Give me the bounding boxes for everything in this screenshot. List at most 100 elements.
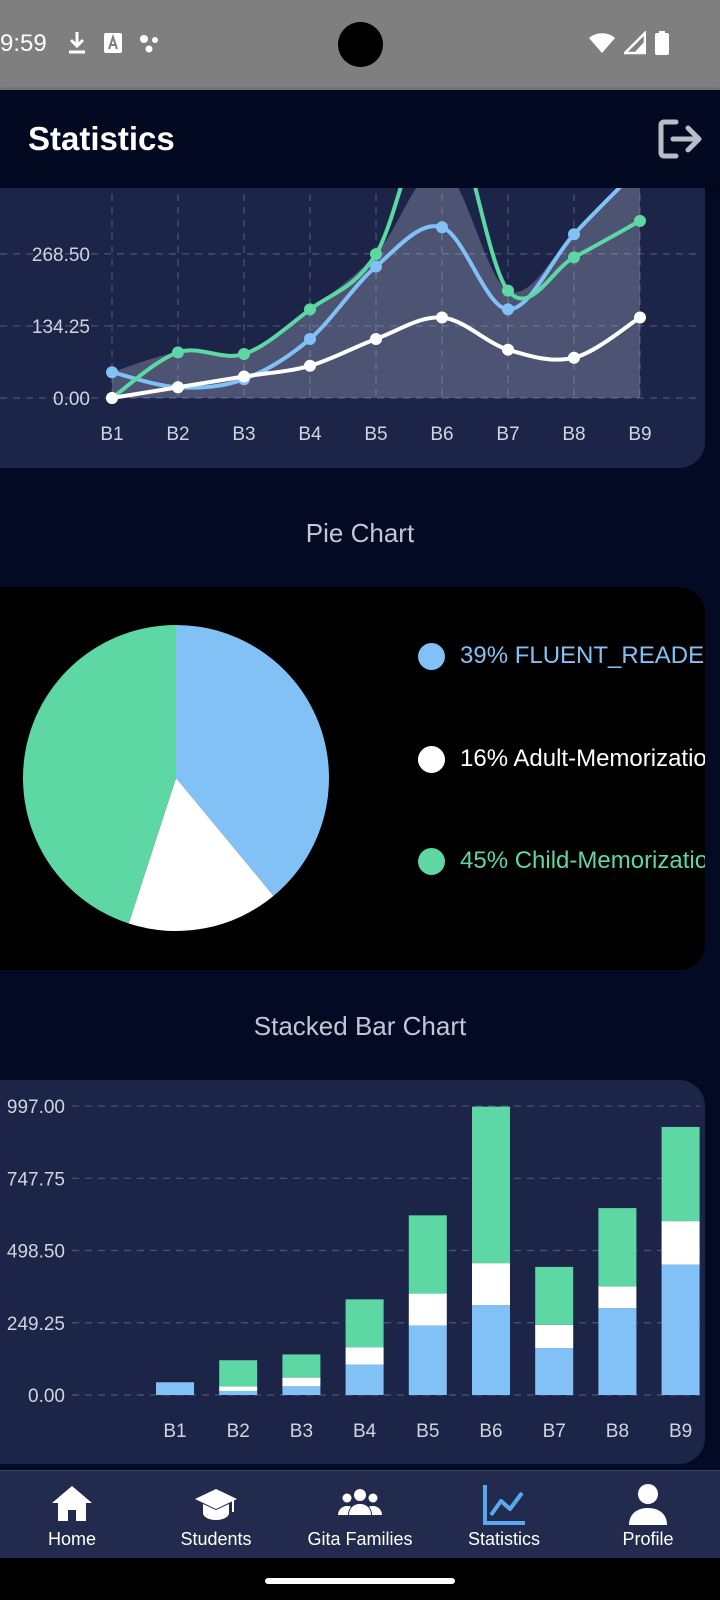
- stacked-bar-chart-title: Stacked Bar Chart: [253, 1011, 467, 1041]
- bar-segment-1: [661, 1221, 700, 1265]
- y-tick-label: 249.25: [7, 1314, 65, 1335]
- series-point-2: [370, 332, 382, 345]
- bar-segment-1: [345, 1347, 384, 1365]
- series-point-2: [106, 392, 118, 404]
- x-tick-label: B4: [353, 1421, 377, 1442]
- bar-segment-2: [345, 1299, 384, 1348]
- bar-segment-2: [282, 1354, 321, 1378]
- y-tick-label: 134.25: [32, 317, 90, 338]
- bar-segment-0: [408, 1325, 447, 1395]
- bar-segment-0: [219, 1390, 258, 1395]
- group-icon: [338, 1489, 382, 1515]
- series-point-2: [436, 311, 448, 324]
- x-tick-label: B3: [290, 1421, 313, 1442]
- series-point-1: [238, 347, 250, 360]
- y-tick-label: 0.00: [28, 1386, 65, 1407]
- bar-segment-2: [598, 1208, 637, 1287]
- y-tick-label-top: 402.75: [34, 188, 92, 190]
- legend-dot: [418, 745, 445, 773]
- pie-chart: [22, 625, 329, 931]
- series-point-0: [106, 366, 118, 379]
- legend-label: 39% FLUENT_READER: [460, 642, 705, 669]
- x-tick-label: B5: [364, 424, 387, 445]
- bar-segment-0: [535, 1348, 574, 1395]
- bar-segment-2: [408, 1215, 447, 1294]
- series-point-0: [436, 221, 448, 234]
- nav-label: Students: [180, 1529, 252, 1549]
- bar-segment-2: [661, 1126, 700, 1222]
- chart-line-icon: [483, 1485, 525, 1525]
- series-point-2: [502, 343, 514, 356]
- notification-icons: [66, 30, 162, 56]
- bar-segment-1: [598, 1286, 637, 1309]
- bar-segment-0: [345, 1364, 384, 1395]
- nav-item-gita-families[interactable]: Gita Families: [288, 1471, 432, 1559]
- legend-item-adult-memorization: 16% Adult-Memorization: [418, 745, 705, 773]
- area-fill: [112, 188, 640, 398]
- logout-icon[interactable]: [656, 116, 704, 162]
- series-point-1: [370, 248, 382, 261]
- x-tick-label: B6: [479, 1421, 502, 1442]
- x-tick-label: B6: [430, 424, 453, 445]
- system-icons: [588, 30, 670, 56]
- x-tick-label: B7: [496, 424, 519, 445]
- bar-segment-0: [661, 1264, 700, 1395]
- legend-dot: [418, 847, 445, 875]
- legend-label: 16% Adult-Memorization: [460, 745, 705, 772]
- battery-icon: [655, 31, 669, 55]
- x-tick-label: B2: [166, 424, 189, 445]
- graduation-cap-icon: [195, 1489, 237, 1520]
- bar-segment-0: [472, 1305, 510, 1395]
- nav-label: Profile: [622, 1529, 674, 1549]
- series-point-0: [304, 332, 316, 345]
- page-title: Statistics: [28, 120, 175, 157]
- nav-item-profile[interactable]: Profile: [576, 1471, 720, 1559]
- bar-segment-1: [282, 1377, 321, 1387]
- x-tick-label: B4: [298, 424, 322, 445]
- x-tick-label: B8: [562, 424, 585, 445]
- series-point-1: [634, 214, 646, 227]
- series-point-2: [238, 370, 250, 383]
- legend-item-fluent-reader: 39% FLUENT_READER: [418, 642, 705, 670]
- user-icon: [629, 1484, 667, 1525]
- series-point-1: [304, 303, 316, 316]
- x-tick-label: B9: [669, 1421, 692, 1442]
- x-tick-label: B5: [416, 1421, 439, 1442]
- nav-label: Gita Families: [307, 1529, 413, 1549]
- series-point-2: [304, 359, 316, 372]
- bar-segment-1: [408, 1293, 447, 1326]
- x-tick-label: B8: [606, 1421, 629, 1442]
- stacked-bar-chart-card: 997.00 747.75 498.50 249.25 0.00 B1 B2 B3 B4 B5 B6…: [0, 1080, 705, 1464]
- home-icon: [52, 1486, 92, 1521]
- status-time: 9:59: [0, 30, 47, 57]
- series-point-0: [568, 228, 580, 241]
- bar-segment-2: [535, 1266, 574, 1325]
- x-tick-label: B7: [543, 1421, 566, 1442]
- bar-segment-0: [156, 1382, 194, 1395]
- series-point-1: [172, 346, 184, 359]
- series-point-2: [568, 351, 580, 364]
- y-tick-label: 268.50: [32, 245, 90, 266]
- line-chart-card: 402.75 134.25 268.50 0.00 B1 B2 B3 B4 B5 B6 B7 B8 B9: [0, 188, 705, 468]
- app-header: Statistics: [0, 90, 720, 188]
- series-point-0: [502, 303, 514, 316]
- nav-item-students[interactable]: Students: [144, 1471, 288, 1559]
- bar-segment-0: [598, 1308, 637, 1395]
- x-tick-label: B1: [100, 424, 123, 445]
- bar-segment-0: [282, 1386, 321, 1395]
- series-point-1: [568, 251, 580, 264]
- nav-item-home[interactable]: Home: [0, 1471, 144, 1559]
- nav-label: Home: [47, 1529, 96, 1549]
- signal-icon: [624, 31, 646, 55]
- wifi-icon: [589, 33, 615, 53]
- home-gesture-handle[interactable]: [265, 1578, 455, 1584]
- pie-chart-title: Pie Chart: [305, 518, 415, 548]
- bar-segment-2: [219, 1360, 258, 1387]
- x-tick-label: B2: [227, 1421, 250, 1442]
- nav-item-statistics[interactable]: Statistics: [432, 1471, 576, 1559]
- status-bar: 9:59: [0, 0, 720, 90]
- series-point-2: [634, 311, 646, 324]
- statistics-content[interactable]: 402.75 134.25 268.50 0.00 B1 B2 B3 B4 B5 B6 B7 B8 B9…: [0, 188, 720, 1470]
- front-camera: [338, 22, 383, 67]
- legend-item-child-memorization: 45% Child-Memorization: [418, 847, 705, 875]
